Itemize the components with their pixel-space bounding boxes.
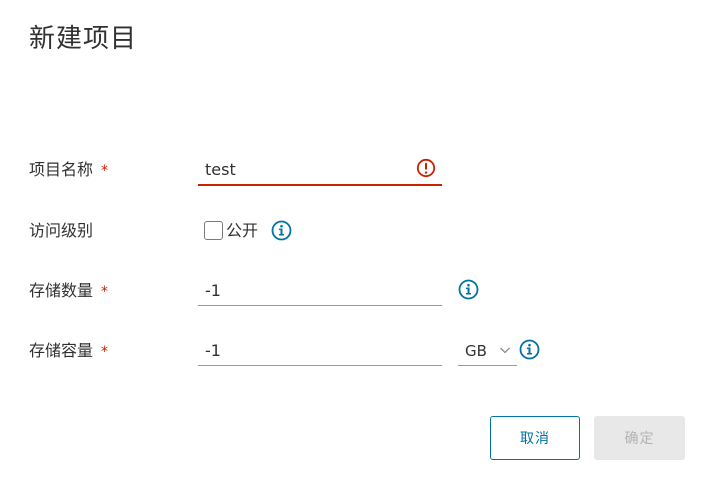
required-mark: * — [101, 284, 109, 300]
storage-capacity-label: 存储容量 * — [29, 339, 108, 363]
public-checkbox[interactable] — [204, 221, 223, 240]
cancel-button[interactable]: 取消 — [490, 416, 580, 460]
new-project-dialog: 新建项目 项目名称 * 访问级别 公开 存储数量 * 存储容量 * — [0, 0, 711, 484]
chevron-down-icon — [500, 347, 510, 354]
dialog-title: 新建项目 — [29, 24, 138, 54]
capacity-unit-value: GB — [465, 342, 487, 360]
project-name-label-text: 项目名称 — [29, 160, 94, 179]
storage-capacity-field[interactable] — [198, 337, 442, 366]
capacity-unit-select[interactable]: GB — [458, 337, 517, 366]
confirm-button[interactable]: 确定 — [594, 416, 685, 460]
storage-capacity-label-text: 存储容量 — [29, 341, 94, 360]
storage-count-label: 存储数量 * — [29, 279, 108, 303]
public-checkbox-label[interactable]: 公开 — [226, 219, 258, 243]
access-level-label: 访问级别 — [29, 221, 94, 240]
required-mark: * — [101, 344, 109, 360]
storage-count-field[interactable] — [198, 277, 442, 306]
storage-count-input[interactable] — [198, 277, 405, 303]
storage-count-label-text: 存储数量 — [29, 281, 94, 300]
info-icon[interactable] — [271, 220, 292, 241]
error-icon — [416, 158, 436, 178]
project-name-field[interactable] — [198, 156, 442, 186]
required-mark: * — [101, 163, 109, 179]
project-name-label: 项目名称 * — [29, 158, 108, 182]
info-icon[interactable] — [458, 279, 479, 300]
project-name-input[interactable] — [198, 156, 405, 182]
storage-capacity-input[interactable] — [198, 337, 405, 363]
info-icon[interactable] — [519, 339, 540, 360]
